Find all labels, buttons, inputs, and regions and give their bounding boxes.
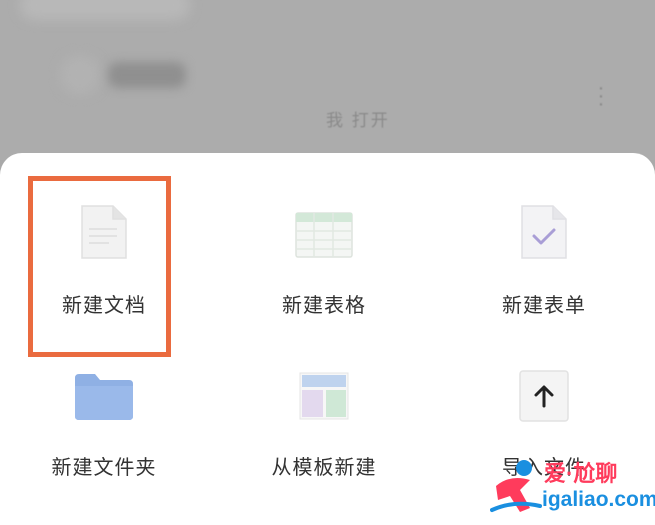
background-title-blur bbox=[108, 62, 186, 88]
watermark: 爱·尬聊 igaliao.com bbox=[490, 452, 655, 522]
new-spreadsheet-button[interactable]: 新建表格 bbox=[244, 190, 404, 350]
new-folder-button[interactable]: 新建文件夹 bbox=[24, 356, 184, 516]
folder-icon bbox=[75, 374, 133, 420]
background-avatar-blur bbox=[60, 55, 100, 95]
upload-icon bbox=[519, 370, 569, 422]
more-icon: · · · bbox=[597, 77, 605, 115]
new-form-label: 新建表单 bbox=[502, 295, 586, 317]
new-from-template-label: 从模板新建 bbox=[271, 457, 377, 479]
background-page: 我 打开 · · · bbox=[0, 0, 655, 160]
watermark-url: igaliao.com bbox=[542, 488, 655, 511]
new-spreadsheet-label: 新建表格 bbox=[282, 295, 366, 317]
new-form-button[interactable]: 新建表单 bbox=[464, 190, 624, 350]
watermark-figure-logo bbox=[490, 460, 542, 512]
background-status-text: 我 打开 bbox=[326, 111, 390, 130]
background-header-blur bbox=[20, 0, 190, 20]
watermark-brand: 爱·尬聊 bbox=[544, 461, 618, 486]
spreadsheet-icon bbox=[295, 212, 353, 258]
highlight-annotation bbox=[28, 176, 171, 357]
new-from-template-button[interactable]: 从模板新建 bbox=[244, 356, 404, 516]
template-icon bbox=[299, 372, 349, 420]
new-folder-label: 新建文件夹 bbox=[51, 457, 157, 479]
form-icon bbox=[521, 205, 567, 259]
